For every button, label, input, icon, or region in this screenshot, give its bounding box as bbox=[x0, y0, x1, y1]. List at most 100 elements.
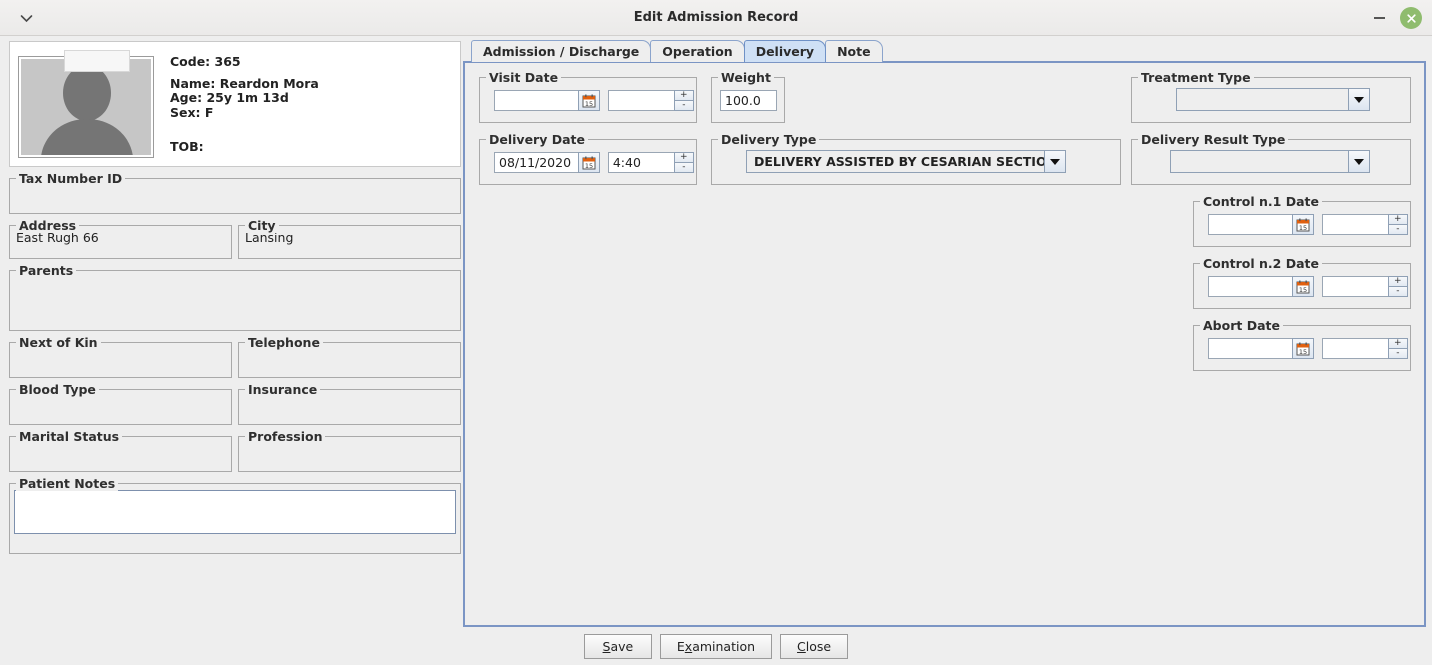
value-parents[interactable] bbox=[10, 271, 460, 285]
abort-time-spinner[interactable]: + - bbox=[1321, 338, 1408, 359]
calendar-icon[interactable]: 15 bbox=[1292, 276, 1314, 297]
delivery-time-spinner[interactable]: 4:40 + - bbox=[607, 152, 694, 173]
field-group-tax-number-id: Tax Number ID bbox=[9, 171, 461, 214]
patient-details-form: Tax Number ID Address East Rugh 66 City … bbox=[9, 171, 461, 554]
control-1-date-field[interactable]: 15 bbox=[1208, 214, 1314, 235]
field-group-marital-status: Marital Status bbox=[9, 429, 232, 472]
field-group-control-2-date: Control n.2 Date 15 + - bbox=[1193, 256, 1411, 309]
tab-admission-discharge[interactable]: Admission / Discharge bbox=[471, 40, 652, 62]
label-address: Address bbox=[16, 218, 80, 233]
svg-text:15: 15 bbox=[1299, 286, 1307, 294]
label-insurance: Insurance bbox=[245, 382, 321, 397]
chevron-down-icon[interactable] bbox=[1348, 150, 1370, 173]
field-group-city: City Lansing bbox=[238, 218, 461, 259]
label-control-2-date: Control n.2 Date bbox=[1200, 256, 1322, 271]
delivery-time-spinner-down[interactable]: - bbox=[673, 162, 694, 173]
visit-date-field[interactable]: 15 bbox=[494, 90, 600, 111]
field-group-delivery-date: Delivery Date 08/11/2020 15 4:40 + - bbox=[479, 132, 697, 185]
abort-time-input[interactable] bbox=[1321, 338, 1388, 359]
title-bar: Edit Admission Record bbox=[0, 0, 1432, 36]
examination-button[interactable]: Examination bbox=[659, 633, 773, 659]
label-delivery-result-type: Delivery Result Type bbox=[1138, 132, 1289, 147]
weight-input[interactable]: 100.0 bbox=[720, 90, 777, 111]
field-group-delivery-result-type: Delivery Result Type bbox=[1131, 132, 1411, 185]
delivery-date-field[interactable]: 08/11/2020 15 bbox=[494, 152, 600, 173]
chevron-down-icon[interactable] bbox=[1044, 150, 1066, 173]
label-delivery-date: Delivery Date bbox=[486, 132, 588, 147]
label-next-of-kin: Next of Kin bbox=[16, 335, 101, 350]
control-1-spinner-up[interactable]: + bbox=[1387, 214, 1408, 224]
save-button[interactable]: Save bbox=[583, 633, 652, 659]
control-2-date-input[interactable] bbox=[1208, 276, 1292, 297]
patient-photo bbox=[18, 50, 154, 158]
treatment-type-combo[interactable] bbox=[1176, 88, 1370, 111]
abort-spinner-down[interactable]: - bbox=[1387, 348, 1408, 359]
abort-date-field[interactable]: 15 bbox=[1208, 338, 1314, 359]
label-delivery-type: Delivery Type bbox=[718, 132, 820, 147]
tab-operation[interactable]: Operation bbox=[650, 40, 745, 62]
save-button-label: Save bbox=[602, 638, 634, 654]
label-telephone: Telephone bbox=[245, 335, 323, 350]
close-button[interactable]: Close bbox=[780, 633, 849, 659]
close-icon[interactable] bbox=[1400, 7, 1422, 29]
label-parents: Parents bbox=[16, 263, 77, 278]
delivery-tab-content: Visit Date 15 + - Weight 100.0 Treatment… bbox=[463, 61, 1426, 627]
field-group-telephone: Telephone bbox=[238, 335, 461, 378]
field-group-parents: Parents bbox=[9, 263, 461, 331]
field-group-abort-date: Abort Date 15 + - bbox=[1193, 318, 1411, 371]
label-tax-number-id: Tax Number ID bbox=[16, 171, 126, 186]
photo-tab-overlay bbox=[64, 50, 130, 72]
delivery-type-combo[interactable]: DELIVERY ASSISTED BY CESARIAN SECTION bbox=[746, 150, 1066, 173]
control-2-time-input[interactable] bbox=[1321, 276, 1388, 297]
visit-time-spinner[interactable]: + - bbox=[607, 90, 694, 111]
svg-text:15: 15 bbox=[1299, 224, 1307, 232]
calendar-icon[interactable]: 15 bbox=[578, 90, 600, 111]
visit-time-input[interactable] bbox=[607, 90, 674, 111]
abort-spinner-up[interactable]: + bbox=[1387, 338, 1408, 348]
tab-strip: Admission / Discharge Operation Delivery… bbox=[463, 40, 1426, 62]
delivery-date-input[interactable]: 08/11/2020 bbox=[494, 152, 578, 173]
svg-text:15: 15 bbox=[585, 162, 593, 170]
chevron-down-icon[interactable] bbox=[1348, 88, 1370, 111]
patient-name: Name: Reardon Mora bbox=[170, 75, 319, 91]
field-group-next-of-kin: Next of Kin bbox=[9, 335, 232, 378]
calendar-icon[interactable]: 15 bbox=[1292, 214, 1314, 235]
treatment-type-value[interactable] bbox=[1176, 88, 1348, 111]
delivery-result-type-combo[interactable] bbox=[1170, 150, 1370, 173]
field-group-delivery-type: Delivery Type DELIVERY ASSISTED BY CESAR… bbox=[711, 132, 1121, 185]
label-abort-date: Abort Date bbox=[1200, 318, 1283, 333]
patient-notes-textarea[interactable] bbox=[14, 490, 456, 534]
delivery-time-spinner-up[interactable]: + bbox=[673, 152, 694, 162]
delivery-time-input[interactable]: 4:40 bbox=[607, 152, 674, 173]
field-group-patient-notes: Patient Notes bbox=[9, 476, 461, 554]
control-1-date-input[interactable] bbox=[1208, 214, 1292, 235]
field-group-control-1-date: Control n.1 Date 15 + - bbox=[1193, 194, 1411, 247]
label-visit-date: Visit Date bbox=[486, 70, 562, 85]
visit-date-input[interactable] bbox=[494, 90, 578, 111]
abort-date-input[interactable] bbox=[1208, 338, 1292, 359]
svg-text:15: 15 bbox=[1299, 348, 1307, 356]
control-2-spinner-up[interactable]: + bbox=[1387, 276, 1408, 286]
field-group-visit-date: Visit Date 15 + - bbox=[479, 70, 697, 123]
delivery-result-type-value[interactable] bbox=[1170, 150, 1348, 173]
control-1-time-spinner[interactable]: + - bbox=[1321, 214, 1408, 235]
control-2-time-spinner[interactable]: + - bbox=[1321, 276, 1408, 297]
dialog-button-bar: Save Examination Close bbox=[0, 627, 1432, 665]
patient-code: Code: 365 bbox=[170, 54, 241, 69]
control-1-spinner-down[interactable]: - bbox=[1387, 224, 1408, 235]
label-city: City bbox=[245, 218, 279, 233]
calendar-icon[interactable]: 15 bbox=[578, 152, 600, 173]
control-2-date-field[interactable]: 15 bbox=[1208, 276, 1314, 297]
calendar-icon[interactable]: 15 bbox=[1292, 338, 1314, 359]
tab-note[interactable]: Note bbox=[825, 40, 883, 62]
tab-delivery[interactable]: Delivery bbox=[743, 40, 827, 62]
visit-time-spinner-up[interactable]: + bbox=[673, 90, 694, 100]
patient-age: Age: 25y 1m 13d bbox=[170, 90, 289, 105]
edit-admission-record-window: Edit Admission Record Code: 365 Name: Re… bbox=[0, 0, 1432, 665]
control-2-spinner-down[interactable]: - bbox=[1387, 286, 1408, 297]
visit-time-spinner-down[interactable]: - bbox=[673, 100, 694, 111]
control-1-time-input[interactable] bbox=[1321, 214, 1388, 235]
minimize-icon[interactable] bbox=[1368, 7, 1390, 29]
patient-panel: Code: 365 Name: Reardon Mora Age: 25y 1m… bbox=[0, 36, 463, 627]
delivery-type-value[interactable]: DELIVERY ASSISTED BY CESARIAN SECTION bbox=[746, 150, 1044, 173]
